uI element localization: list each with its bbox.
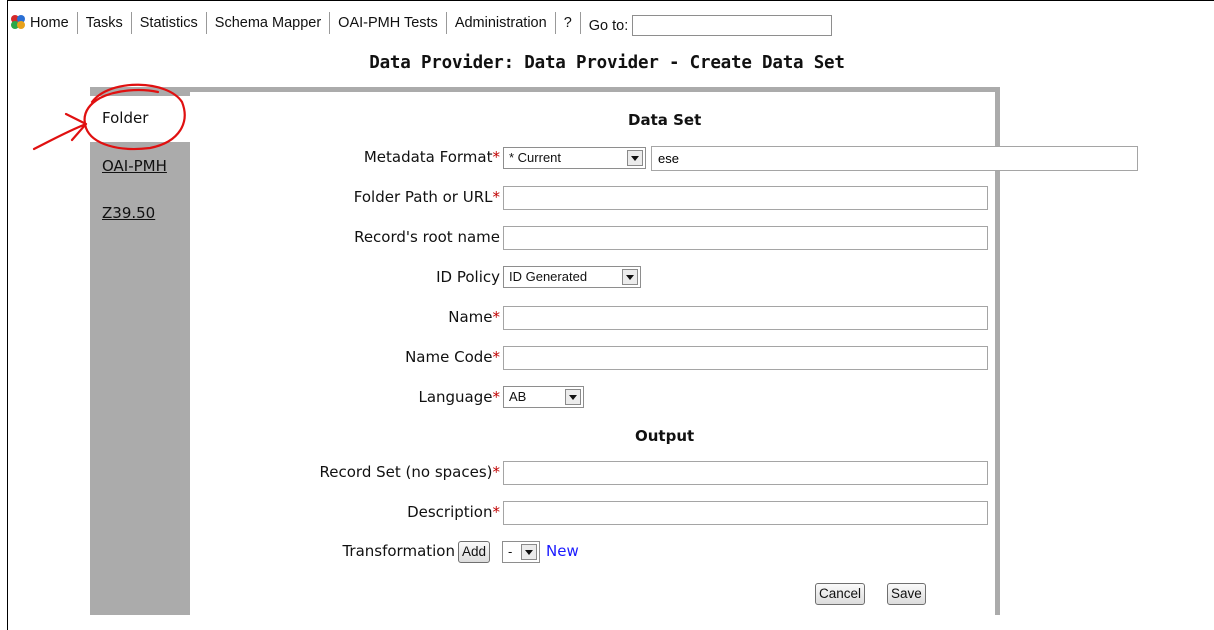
section-heading-output: Output <box>635 427 695 445</box>
app-logo-icon <box>11 15 25 29</box>
description-input[interactable] <box>503 501 988 525</box>
description-label: Description* <box>407 503 500 521</box>
dropdown-arrow-icon <box>622 269 638 285</box>
id-policy-label: ID Policy <box>436 268 500 286</box>
metadata-format-input[interactable] <box>651 146 1138 171</box>
dropdown-arrow-icon <box>627 150 643 166</box>
language-label: Language* <box>418 388 500 406</box>
add-transformation-button[interactable]: Add <box>458 541 491 563</box>
top-nav-bar: Home Tasks Statistics Schema Mapper OAI-… <box>10 10 833 36</box>
nav-home[interactable]: Home <box>28 15 77 31</box>
goto-input[interactable] <box>632 14 833 36</box>
page-border-top <box>7 0 1214 1</box>
page-title: Data Provider: Data Provider - Create Da… <box>369 53 845 73</box>
name-input[interactable] <box>503 306 988 330</box>
sidebar-item-oai-pmh[interactable]: OAI-PMH <box>102 157 167 175</box>
nav-statistics[interactable]: Statistics <box>132 15 206 31</box>
root-name-input[interactable] <box>503 226 988 250</box>
page-border-left <box>7 0 8 630</box>
cancel-button[interactable]: Cancel <box>815 583 866 605</box>
root-name-label: Record's root name <box>354 228 500 246</box>
save-button[interactable]: Save <box>887 583 926 605</box>
name-label: Name* <box>448 308 500 326</box>
metadata-format-label: Metadata Format* <box>363 148 500 166</box>
annotation-arrow <box>32 112 88 151</box>
dropdown-arrow-icon <box>521 544 537 560</box>
sidebar-item-folder[interactable]: Folder <box>102 109 148 127</box>
metadata-format-select[interactable]: * Current <box>503 147 646 169</box>
nav-administration[interactable]: Administration <box>447 15 555 31</box>
transformation-label: Transformation <box>342 542 455 560</box>
name-code-input[interactable] <box>503 346 988 370</box>
nav-oai-pmh-tests[interactable]: OAI-PMH Tests <box>330 15 446 31</box>
section-heading-data-set: Data Set <box>628 111 702 129</box>
nav-help[interactable]: ? <box>556 15 580 31</box>
id-policy-select[interactable]: ID Generated <box>503 266 641 288</box>
sidebar-item-z3950[interactable]: Z39.50 <box>102 204 155 222</box>
record-set-input[interactable] <box>503 461 988 485</box>
nav-tasks[interactable]: Tasks <box>78 15 131 31</box>
folder-path-label: Folder Path or URL* <box>353 188 500 206</box>
language-select[interactable]: AB <box>503 386 584 408</box>
transformation-select[interactable]: - <box>502 541 540 563</box>
nav-schema-mapper[interactable]: Schema Mapper <box>207 15 329 31</box>
record-set-label: Record Set (no spaces)* <box>319 463 500 481</box>
folder-path-input[interactable] <box>503 186 988 210</box>
dropdown-arrow-icon <box>565 389 581 405</box>
new-transformation-link[interactable]: New <box>546 542 579 560</box>
name-code-label: Name Code* <box>405 348 500 366</box>
goto-label: Go to: <box>588 18 629 34</box>
